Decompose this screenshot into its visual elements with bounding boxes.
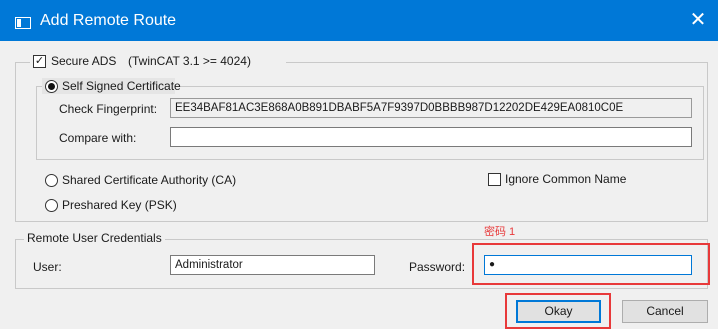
secure-ads-label: Secure ADS	[51, 54, 117, 68]
secure-ads-version-note: (TwinCAT 3.1 >= 4024)	[128, 54, 251, 68]
self-signed-label[interactable]: Self Signed Certificate	[62, 79, 181, 93]
secure-ads-option[interactable]: ✓ Secure ADS (TwinCAT 3.1 >= 4024)	[30, 53, 286, 69]
close-button[interactable]: ✕	[678, 0, 718, 41]
title-bar: Add Remote Route ✕	[0, 0, 718, 41]
password-highlight-box	[472, 243, 710, 285]
app-window-icon	[15, 17, 31, 29]
ignore-common-name-checkbox[interactable]	[488, 173, 501, 186]
close-icon: ✕	[689, 9, 707, 31]
user-label: User:	[33, 260, 62, 274]
compare-field[interactable]	[170, 127, 692, 147]
psk-label[interactable]: Preshared Key (PSK)	[62, 198, 177, 212]
fingerprint-field[interactable]: EE34BAF81AC3E868A0B891DBABF5A7F9397D0BBB…	[170, 98, 692, 118]
fingerprint-label: Check Fingerprint:	[59, 102, 158, 116]
secure-ads-checkbox[interactable]: ✓	[33, 55, 46, 68]
cancel-button[interactable]: Cancel	[622, 300, 708, 323]
ignore-common-name-label[interactable]: Ignore Common Name	[505, 172, 626, 186]
credentials-group-label: Remote User Credentials	[24, 231, 165, 245]
password-annotation: 密码 1	[484, 226, 516, 238]
self-signed-radio[interactable]	[45, 80, 58, 93]
okay-highlight-box	[505, 293, 611, 329]
shared-ca-radio[interactable]	[45, 174, 58, 187]
compare-label: Compare with:	[59, 131, 137, 145]
password-label: Password:	[409, 260, 466, 274]
user-field[interactable]: Administrator	[170, 255, 375, 275]
window-title: Add Remote Route	[40, 12, 177, 29]
psk-radio[interactable]	[45, 199, 58, 212]
shared-ca-label[interactable]: Shared Certificate Authority (CA)	[62, 173, 236, 187]
